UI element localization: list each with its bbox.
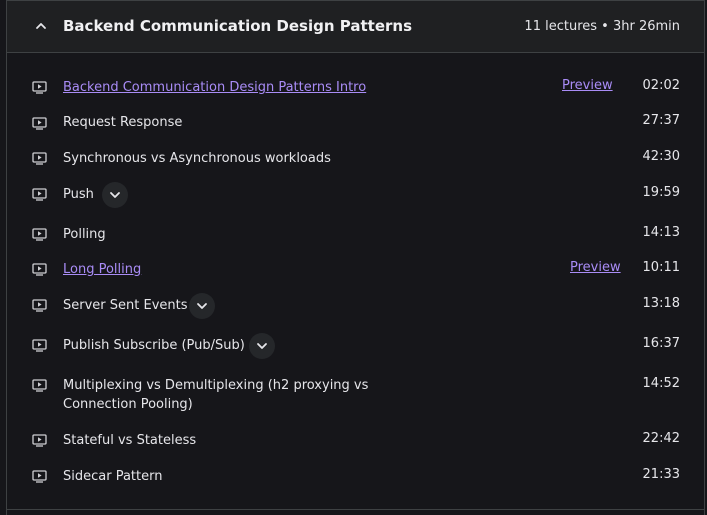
lecture-item: Stateful vs Stateless 22:42 [7,430,704,452]
chevron-down-icon [257,343,267,349]
play-video-icon [32,470,47,483]
preview-link[interactable]: Preview [570,260,621,275]
play-video-icon [32,81,47,94]
lecture-duration: 14:52 [642,376,680,391]
lecture-title: Server Sent Events [63,298,188,313]
lecture-item: Push 19:59 [7,181,704,209]
lecture-duration: 10:11 [642,260,680,275]
play-video-icon [32,379,47,392]
expand-resources-button[interactable] [189,293,215,319]
lecture-title: Polling [63,227,106,242]
expand-resources-button[interactable] [249,333,275,359]
curriculum-section: Backend Communication Design Patterns 11… [6,0,705,515]
lecture-item: Request Response 27:37 [7,113,704,135]
lecture-title: Synchronous vs Asynchronous workloads [63,151,331,166]
play-video-icon [32,228,47,241]
lecture-item: Polling 14:13 [7,224,704,246]
expand-resources-button[interactable] [102,182,128,208]
chevron-down-icon [197,303,207,309]
lecture-title: Stateful vs Stateless [63,433,197,448]
lecture-duration: 13:18 [642,296,680,311]
lecture-item: Synchronous vs Asynchronous workloads 42… [7,148,704,170]
chevron-up-icon[interactable] [34,19,48,33]
lecture-title: Multiplexing vs Demultiplexing (h2 proxy… [63,378,369,412]
lecture-item: Long Polling Preview 10:11 [7,259,704,281]
lecture-title-link[interactable]: Long Polling [63,260,141,279]
play-video-icon [32,117,47,130]
lecture-title: Request Response [63,115,183,130]
lecture-duration: 21:33 [642,467,680,482]
preview-link[interactable]: Preview [562,78,613,93]
lecture-title-link[interactable]: Backend Communication Design Patterns In… [63,78,366,97]
lecture-duration: 42:30 [642,149,680,164]
play-video-icon [32,339,47,352]
section-title: Backend Communication Design Patterns [63,17,412,35]
lecture-item: Multiplexing vs Demultiplexing (h2 proxy… [7,375,704,415]
lecture-title: Sidecar Pattern [63,469,163,484]
chevron-down-icon [110,192,120,198]
play-video-icon [32,152,47,165]
lecture-title: Publish Subscribe (Pub/Sub) [63,338,245,353]
lecture-title: Push [63,187,94,202]
play-video-icon [32,434,47,447]
section-meta: 11 lectures • 3hr 26min [524,19,680,34]
section-header[interactable]: Backend Communication Design Patterns 11… [7,0,704,53]
lecture-duration: 16:37 [642,336,680,351]
lecture-duration: 14:13 [642,225,680,240]
lecture-duration: 22:42 [642,431,680,446]
play-video-icon [32,188,47,201]
section-divider [7,509,704,510]
lecture-item: Sidecar Pattern 21:33 [7,466,704,488]
lecture-item: Server Sent Events 13:18 [7,292,704,320]
lecture-item: Backend Communication Design Patterns In… [7,77,704,99]
lecture-duration: 02:02 [642,78,680,93]
lecture-duration: 27:37 [642,113,680,128]
lecture-item: Publish Subscribe (Pub/Sub) 16:37 [7,332,704,360]
play-video-icon [32,299,47,312]
play-video-icon [32,263,47,276]
lecture-duration: 19:59 [642,185,680,200]
